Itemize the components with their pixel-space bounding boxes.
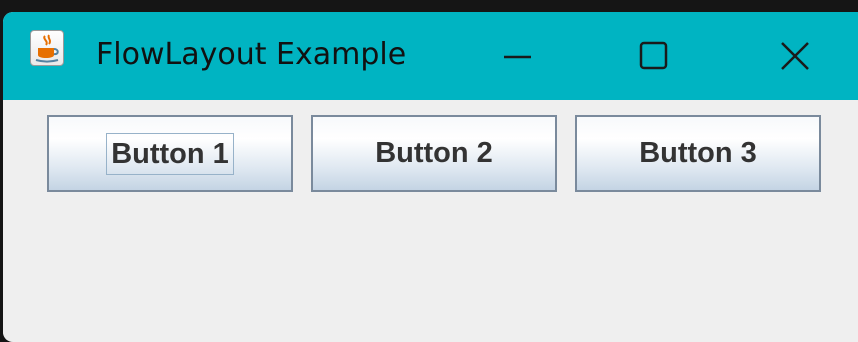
window-title: FlowLayout Example [96, 37, 407, 72]
button-3[interactable]: Button 3 [575, 115, 821, 192]
close-icon[interactable] [767, 27, 823, 77]
button-3-label: Button 3 [639, 137, 757, 169]
java-coffee-cup-icon[interactable] [30, 30, 64, 66]
button-1[interactable]: Button 1 [47, 115, 293, 192]
title-bar[interactable]: FlowLayout Example [3, 12, 858, 100]
button-2[interactable]: Button 2 [311, 115, 557, 192]
content-pane: Button 1 Button 2 Button 3 [3, 100, 858, 340]
button-1-label: Button 1 [106, 132, 234, 175]
button-2-label: Button 2 [375, 137, 493, 169]
minimize-icon[interactable] [489, 27, 545, 77]
maximize-icon[interactable] [625, 27, 681, 77]
app-window: FlowLayout Example Button 1 Button 2 But… [3, 12, 858, 342]
